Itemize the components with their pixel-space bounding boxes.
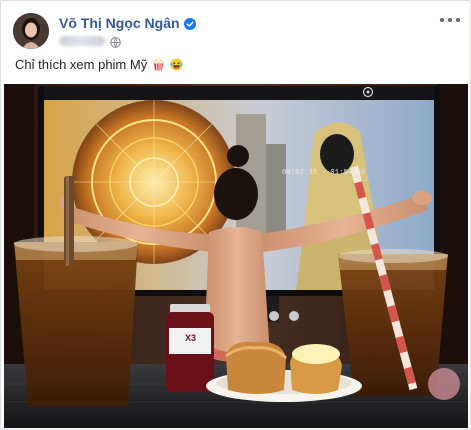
- verified-badge-icon: [183, 17, 196, 30]
- post-meta: [59, 35, 121, 48]
- bottle-label: X3: [185, 333, 197, 343]
- post-caption: Chỉ thích xem phim Mỹ: [15, 57, 183, 72]
- more-options-button[interactable]: [440, 13, 460, 27]
- more-dot: [456, 18, 460, 22]
- popcorn-icon: [152, 58, 165, 71]
- caption-text: Chỉ thích xem phim Mỹ: [15, 57, 148, 72]
- more-dot: [448, 18, 452, 22]
- author-name[interactable]: Võ Thị Ngọc Ngân: [59, 15, 180, 31]
- laughing-face-icon: [170, 58, 183, 71]
- post-card: Võ Thị Ngọc Ngân Chỉ thích xem phim Mỹ 0…: [0, 0, 471, 430]
- author-block: Võ Thị Ngọc Ngân: [59, 14, 196, 32]
- post-timestamp-blurred[interactable]: [59, 35, 105, 46]
- more-dot: [440, 18, 444, 22]
- globe-icon[interactable]: [110, 35, 121, 48]
- avatar[interactable]: [13, 13, 49, 49]
- video-player-timecode: 00:02:36 - 01:54:58: [282, 169, 366, 177]
- post-photo[interactable]: 00:02:36 - 01:54:58 X3: [4, 84, 468, 428]
